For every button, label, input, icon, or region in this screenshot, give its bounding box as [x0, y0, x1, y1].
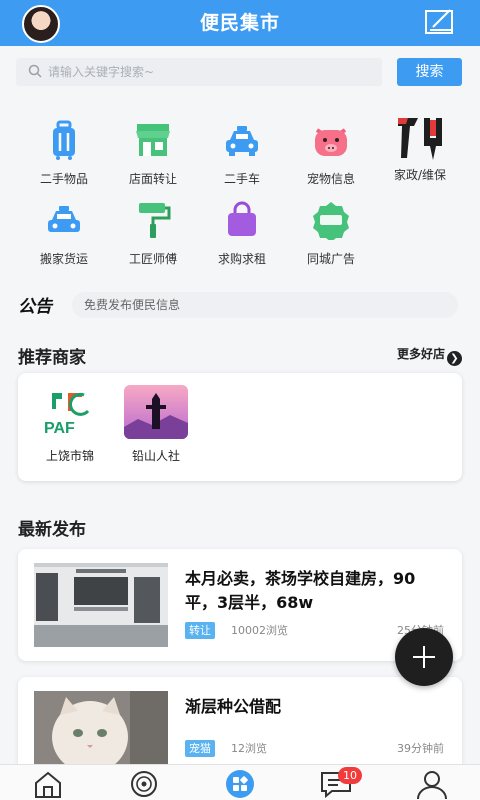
merchant-name: 铅山人社: [131, 449, 180, 463]
merchant-item[interactable]: 铅山人社: [116, 385, 196, 464]
merchant-logo: PAF: [38, 385, 102, 439]
ad-tag-icon: [313, 202, 349, 240]
merchant-logo: [124, 385, 188, 439]
post-card[interactable]: 本月必卖，茶场学校自建房，90平，3层半，68w 转让 10002浏览 25分钟…: [18, 549, 462, 661]
pig-icon: [315, 128, 347, 156]
paint-roller-icon: [139, 203, 171, 238]
merchant-name: 上饶市锦: [45, 449, 94, 463]
posts-section-title: 最新发布: [18, 520, 86, 540]
merchants-section-title: 推荐商家: [18, 348, 86, 368]
category-craftsmen[interactable]: 工匠师傅: [113, 200, 193, 267]
discover-icon[interactable]: [124, 769, 164, 799]
notice-bar[interactable]: 免费发布便民信息: [72, 292, 458, 318]
post-views: 10002浏览: [231, 624, 288, 637]
post-tag: 宠猫: [185, 740, 215, 757]
post-image: [34, 691, 168, 775]
merchants-card: PAF 上饶市锦 铅山人社: [18, 373, 462, 481]
tools-icon: [398, 118, 442, 160]
category-moving[interactable]: 搬家货运: [24, 200, 104, 267]
app-header: 便民集市: [0, 0, 480, 46]
profile-icon[interactable]: [412, 769, 452, 799]
bottom-tab-bar: [0, 764, 480, 800]
category-label: 宠物信息: [306, 172, 355, 186]
category-secondhand-goods[interactable]: 二手物品: [24, 120, 104, 187]
taxi-icon: [48, 206, 80, 232]
svg-text:PAF: PAF: [44, 420, 75, 437]
more-shops-link[interactable]: 更多好店 ❯: [397, 346, 462, 366]
add-post-button[interactable]: [395, 628, 453, 686]
more-shops-label: 更多好店: [396, 347, 445, 361]
storefront-icon: [136, 124, 170, 156]
arrow-right-icon: ❯: [447, 351, 462, 366]
notice-logo: 公告: [18, 297, 52, 317]
post-time: 39分钟前: [397, 742, 444, 755]
message-badge: 10: [338, 767, 362, 784]
search-button[interactable]: 搜索: [397, 58, 462, 86]
category-housekeeping[interactable]: 家政/维保: [380, 114, 460, 183]
page-title: 便民集市: [199, 12, 280, 34]
category-label: 同城广告: [306, 252, 355, 266]
category-local-ads[interactable]: 同城广告: [291, 200, 371, 267]
category-label: 工匠师傅: [128, 252, 177, 266]
post-image: [34, 563, 168, 647]
edit-icon[interactable]: [424, 8, 456, 36]
category-label: 求购求租: [217, 252, 266, 266]
car-icon: [226, 126, 258, 156]
search-box: [16, 58, 382, 86]
category-wanted[interactable]: 求购求租: [202, 200, 282, 267]
post-tag: 转让: [185, 622, 215, 639]
market-icon[interactable]: [220, 769, 260, 799]
category-label: 二手物品: [39, 172, 88, 186]
category-store-transfer[interactable]: 店面转让: [113, 120, 193, 187]
merchant-item[interactable]: PAF 上饶市锦: [30, 385, 110, 464]
home-icon[interactable]: [28, 769, 68, 799]
category-label: 家政/维保: [393, 168, 447, 182]
search-input[interactable]: [48, 58, 368, 86]
category-label: 店面转让: [128, 172, 177, 186]
category-pets[interactable]: 宠物信息: [291, 120, 371, 187]
category-label: 搬家货运: [39, 252, 88, 266]
category-label: 二手车: [223, 172, 260, 186]
post-views: 12浏览: [231, 742, 267, 755]
search-icon: [28, 64, 42, 78]
post-title: 本月必卖，茶场学校自建房，90平，3层半，68w: [185, 569, 416, 612]
shopping-bag-icon: [228, 201, 256, 236]
category-used-cars[interactable]: 二手车: [202, 120, 282, 187]
post-title: 渐层种公借配: [185, 697, 282, 716]
luggage-icon: [53, 120, 75, 160]
